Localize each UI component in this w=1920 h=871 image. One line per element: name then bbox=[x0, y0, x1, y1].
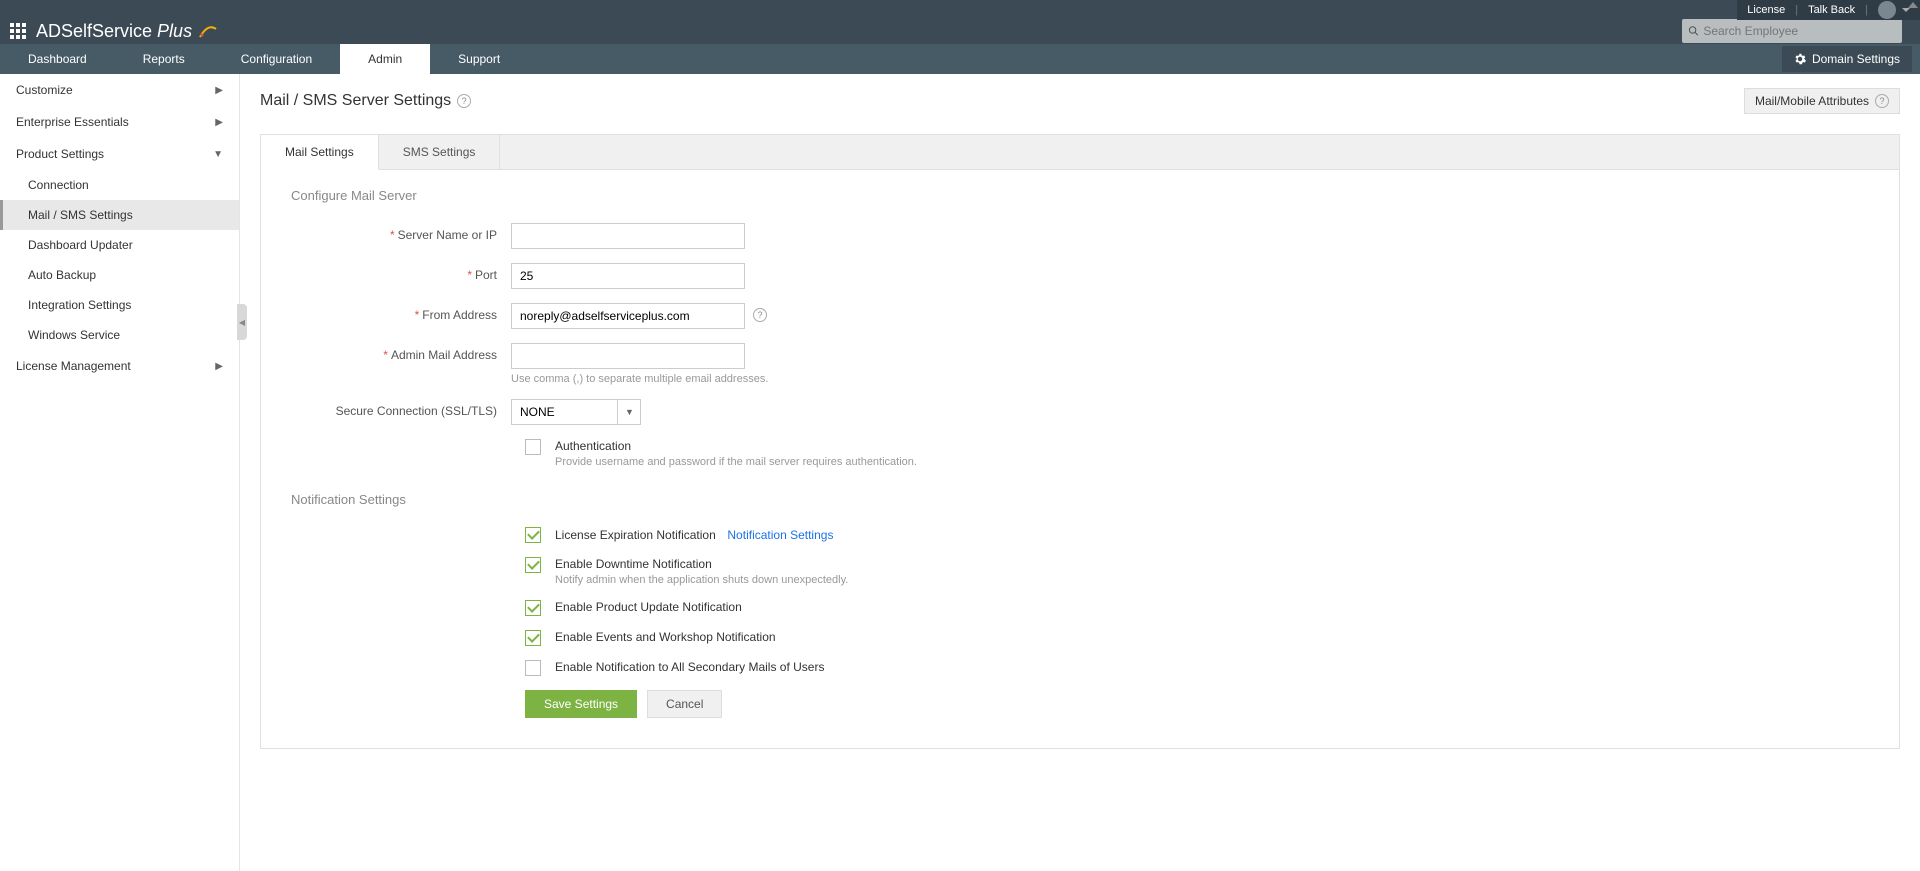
navbar: Dashboard Reports Configuration Admin Su… bbox=[0, 44, 1920, 74]
scroll-up-icon[interactable] bbox=[1908, 2, 1918, 8]
avatar-icon bbox=[1878, 1, 1896, 19]
label-from-address: From Address bbox=[422, 308, 497, 322]
label-authentication: Authentication bbox=[555, 439, 917, 453]
sidebar-dashboard-updater[interactable]: Dashboard Updater bbox=[0, 230, 239, 260]
label-product-update: Enable Product Update Notification bbox=[555, 600, 742, 614]
tab-sms-settings[interactable]: SMS Settings bbox=[379, 135, 501, 169]
sidebar-connection[interactable]: Connection bbox=[0, 170, 239, 200]
divider: | bbox=[1865, 4, 1868, 16]
label-secondary-mails: Enable Notification to All Secondary Mai… bbox=[555, 660, 824, 674]
label-events-workshop: Enable Events and Workshop Notification bbox=[555, 630, 776, 644]
topbar-utility: License | Talk Back | bbox=[1737, 0, 1920, 20]
authentication-checkbox[interactable] bbox=[525, 439, 541, 455]
sidebar-auto-backup[interactable]: Auto Backup bbox=[0, 260, 239, 290]
search-input[interactable] bbox=[1699, 24, 1896, 38]
section-notification: Notification Settings bbox=[291, 492, 1869, 507]
sidebar-collapse-toggle[interactable]: ◀ bbox=[237, 304, 247, 340]
section-configure-mail: Configure Mail Server bbox=[291, 188, 1869, 203]
admin-mail-input[interactable] bbox=[511, 343, 745, 369]
sidebar-product-settings[interactable]: Product Settings▼ bbox=[0, 138, 239, 170]
sidebar-integration[interactable]: Integration Settings bbox=[0, 290, 239, 320]
help-icon[interactable]: ? bbox=[1875, 94, 1889, 108]
help-icon[interactable]: ? bbox=[457, 94, 471, 108]
search-box[interactable] bbox=[1682, 19, 1902, 43]
events-workshop-checkbox[interactable] bbox=[525, 630, 541, 646]
authentication-hint: Provide username and password if the mai… bbox=[555, 456, 917, 468]
chevron-down-icon bbox=[1902, 8, 1910, 12]
app-logo: ADSelfService Plus bbox=[36, 21, 218, 42]
topbar: License | Talk Back | ADSelfService Plus bbox=[0, 0, 1920, 44]
domain-settings-button[interactable]: Domain Settings bbox=[1782, 46, 1912, 72]
label-admin-mail: Admin Mail Address bbox=[391, 348, 497, 362]
nav-dashboard[interactable]: Dashboard bbox=[0, 44, 115, 74]
sidebar-windows-service[interactable]: Windows Service bbox=[0, 320, 239, 350]
admin-mail-hint: Use comma (,) to separate multiple email… bbox=[511, 373, 768, 385]
nav-support[interactable]: Support bbox=[430, 44, 528, 74]
label-license-expiration: License Expiration Notification bbox=[555, 528, 716, 542]
help-icon[interactable]: ? bbox=[753, 308, 767, 322]
sidebar-enterprise[interactable]: Enterprise Essentials▶ bbox=[0, 106, 239, 138]
chevron-right-icon: ▶ bbox=[215, 117, 223, 128]
gear-icon bbox=[1794, 53, 1806, 65]
secondary-mails-checkbox[interactable] bbox=[525, 660, 541, 676]
sidebar: Customize▶ Enterprise Essentials▶ Produc… bbox=[0, 74, 240, 871]
cancel-button[interactable]: Cancel bbox=[647, 690, 722, 718]
chevron-right-icon: ▶ bbox=[215, 85, 223, 96]
label-downtime: Enable Downtime Notification bbox=[555, 557, 848, 571]
tabs-row: Mail Settings SMS Settings bbox=[261, 135, 1899, 170]
product-update-checkbox[interactable] bbox=[525, 600, 541, 616]
notification-settings-link[interactable]: Notification Settings bbox=[727, 528, 833, 542]
chevron-down-icon: ▼ bbox=[213, 149, 223, 160]
nav-admin[interactable]: Admin bbox=[340, 44, 430, 74]
save-button[interactable]: Save Settings bbox=[525, 690, 637, 718]
mail-attributes-button[interactable]: Mail/Mobile Attributes ? bbox=[1744, 88, 1900, 114]
page-title: Mail / SMS Server Settings ? bbox=[260, 92, 471, 110]
server-name-input[interactable] bbox=[511, 223, 745, 249]
from-address-input[interactable] bbox=[511, 303, 745, 329]
sidebar-license-mgmt[interactable]: License Management▶ bbox=[0, 350, 239, 382]
nav-reports[interactable]: Reports bbox=[115, 44, 213, 74]
downtime-hint: Notify admin when the application shuts … bbox=[555, 574, 848, 586]
nav-configuration[interactable]: Configuration bbox=[213, 44, 340, 74]
secure-connection-select[interactable] bbox=[511, 399, 641, 425]
talkback-link[interactable]: Talk Back bbox=[1808, 4, 1855, 16]
sidebar-mail-sms[interactable]: Mail / SMS Settings bbox=[0, 200, 239, 230]
logo-swoosh-icon bbox=[198, 21, 218, 41]
port-input[interactable] bbox=[511, 263, 745, 289]
chevron-right-icon: ▶ bbox=[215, 361, 223, 372]
license-link[interactable]: License bbox=[1747, 4, 1785, 16]
tab-mail-settings[interactable]: Mail Settings bbox=[261, 135, 379, 170]
license-expiration-checkbox[interactable] bbox=[525, 527, 541, 543]
apps-grid-icon[interactable] bbox=[10, 23, 26, 39]
content: Mail / SMS Server Settings ? Mail/Mobile… bbox=[240, 74, 1920, 871]
label-server-name: Server Name or IP bbox=[398, 228, 497, 242]
sidebar-customize[interactable]: Customize▶ bbox=[0, 74, 239, 106]
label-port: Port bbox=[475, 268, 497, 282]
downtime-checkbox[interactable] bbox=[525, 557, 541, 573]
search-icon bbox=[1688, 25, 1699, 37]
divider: | bbox=[1795, 4, 1798, 16]
user-menu[interactable] bbox=[1878, 1, 1910, 19]
label-secure-connection: Secure Connection (SSL/TLS) bbox=[336, 404, 497, 418]
